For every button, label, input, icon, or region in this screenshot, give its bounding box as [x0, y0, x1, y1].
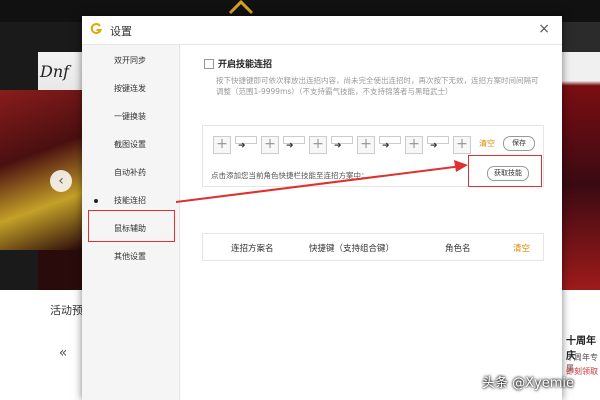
banner-art-right: [560, 52, 600, 292]
sidebar-item-dual-sync[interactable]: 双开同步: [82, 49, 179, 71]
sidebar-item-other[interactable]: 其他设置: [82, 245, 179, 267]
activity-prev-icon[interactable]: «: [52, 342, 74, 364]
add-skill-slot[interactable]: +: [261, 136, 279, 154]
interval-input[interactable]: ➜: [235, 136, 257, 152]
launcher-logo-icon: [228, 0, 254, 14]
arrow-right-icon: ➜: [382, 141, 390, 151]
add-skill-slot[interactable]: +: [453, 136, 471, 154]
column-header: 连招方案名: [231, 244, 274, 254]
sidebar-item-screenshot[interactable]: 截图设置: [82, 133, 179, 155]
interval-input[interactable]: ➜: [283, 136, 305, 152]
sidebar-item-skill-combo[interactable]: 技能连招: [82, 189, 179, 211]
interval-input[interactable]: ➜: [331, 136, 353, 152]
sidebar-item-label: 截图设置: [114, 140, 146, 149]
combo-table-header: 连招方案名 快捷键（支持组合键） 角色名 清空: [202, 233, 544, 261]
arrow-right-icon: ➜: [238, 141, 246, 151]
clear-combo-link[interactable]: 清空: [479, 138, 495, 149]
add-skill-slot[interactable]: +: [357, 136, 375, 154]
enable-combo-label: 开启技能连招: [218, 60, 273, 70]
arrow-right-icon: ➜: [430, 141, 438, 151]
enable-combo-checkbox[interactable]: [204, 59, 214, 69]
get-skill-highlight-box: [468, 155, 542, 187]
add-skill-slot[interactable]: +: [213, 136, 231, 154]
sidebar-item-label: 其他设置: [114, 252, 146, 261]
dialog-titlebar: 设置 ×: [82, 16, 562, 45]
app-logo-icon: [90, 23, 102, 34]
column-header: 角色名: [445, 244, 471, 254]
sidebar-item-label: 按键连发: [114, 84, 146, 93]
sidebar-item-label: 自动补药: [114, 168, 146, 177]
settings-dialog: 设置 × 双开同步 按键连发 一键换装 截图设置 自动补药 技能连招 鼠标辅助 …: [82, 16, 562, 400]
sidebar-item-label: 双开同步: [114, 56, 146, 65]
interval-input[interactable]: ➜: [379, 136, 401, 152]
interval-input[interactable]: ➜: [427, 136, 449, 152]
clear-table-link[interactable]: 清空: [513, 242, 530, 254]
dialog-title: 设置: [110, 25, 132, 38]
sidebar-item-label: 一键换装: [114, 112, 146, 121]
close-button[interactable]: ×: [538, 21, 550, 37]
dnf-logo: Dnf: [40, 62, 70, 81]
sidebar-item-key-repeat[interactable]: 按键连发: [82, 77, 179, 99]
add-skill-slot[interactable]: +: [309, 136, 327, 154]
sidebar-item-outfit-switch[interactable]: 一键换装: [82, 105, 179, 127]
combo-description: 按下快捷键即可依次释放出连招内容，尚未完全使出连招时，再次按下无效，连招方案时间…: [216, 76, 539, 96]
column-header: 快捷键（支持组合键）: [309, 244, 395, 254]
combo-hint: 点击添加您当前角色快捷栏技能至连招方案中：: [211, 171, 369, 180]
activity-label: 活动预: [50, 304, 83, 317]
watermark: 头条 @Xyemie: [482, 376, 575, 391]
sidebar-highlight-box: [88, 210, 175, 242]
arrow-right-icon: ➜: [286, 141, 294, 151]
sidebar-item-auto-potion[interactable]: 自动补药: [82, 161, 179, 183]
arrow-right-icon: ➜: [334, 141, 342, 151]
skill-combo-panel: 开启技能连招 按下快捷键即可依次释放出连招内容，尚未完全使出连招时，再次按下无效…: [180, 45, 562, 400]
banner-prev-icon[interactable]: ‹: [50, 170, 72, 192]
sidebar-item-label: 技能连招: [114, 196, 146, 205]
add-skill-slot[interactable]: +: [405, 136, 423, 154]
banner-art-left: [0, 90, 82, 250]
save-button[interactable]: 保存: [503, 136, 535, 151]
settings-sidebar: 双开同步 按键连发 一键换装 截图设置 自动补药 技能连招 鼠标辅助 其他设置: [82, 45, 180, 400]
